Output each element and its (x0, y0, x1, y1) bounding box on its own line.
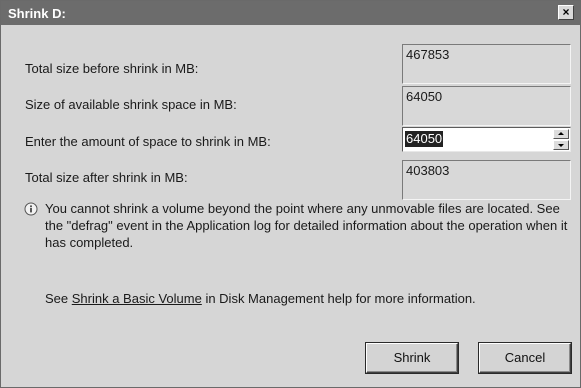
spin-down-button[interactable] (553, 140, 569, 150)
available-shrink-space-value: 64050 (406, 89, 443, 104)
available-shrink-space-label: Size of available shrink space in MB: (25, 97, 237, 112)
shrink-amount-spinbox[interactable]: 64050 (402, 127, 571, 152)
shrink-amount-input[interactable]: 64050 (405, 131, 444, 147)
title-bar: Shrink D: × (1, 1, 580, 25)
total-size-before-field: 467853 (402, 44, 571, 84)
info-icon (24, 202, 38, 216)
dialog-title: Shrink D: (8, 6, 66, 21)
close-button[interactable]: × (558, 5, 574, 20)
shrink-dialog: Shrink D: × Total size before shrink in … (0, 0, 581, 388)
available-shrink-space-field: 64050 (402, 86, 571, 126)
total-size-after-label: Total size after shrink in MB: (25, 170, 188, 185)
help-suffix: in Disk Management help for more informa… (201, 291, 476, 306)
total-size-after-value: 403803 (406, 163, 450, 178)
help-prefix: See (45, 291, 72, 306)
spin-buttons (553, 129, 569, 150)
spin-up-button[interactable] (553, 129, 569, 139)
shrink-amount-label: Enter the amount of space to shrink in M… (25, 134, 271, 149)
total-size-before-value: 467853 (406, 47, 450, 62)
total-size-before-label: Total size before shrink in MB: (25, 61, 199, 76)
info-message: You cannot shrink a volume beyond the po… (45, 201, 568, 250)
total-size-after-field: 403803 (402, 160, 571, 200)
shrink-basic-volume-link[interactable]: Shrink a Basic Volume (72, 291, 202, 306)
cancel-button[interactable]: Cancel (479, 343, 571, 373)
help-line: See Shrink a Basic Volume in Disk Manage… (45, 291, 476, 306)
shrink-button[interactable]: Shrink (366, 343, 458, 373)
close-icon: × (562, 5, 570, 19)
